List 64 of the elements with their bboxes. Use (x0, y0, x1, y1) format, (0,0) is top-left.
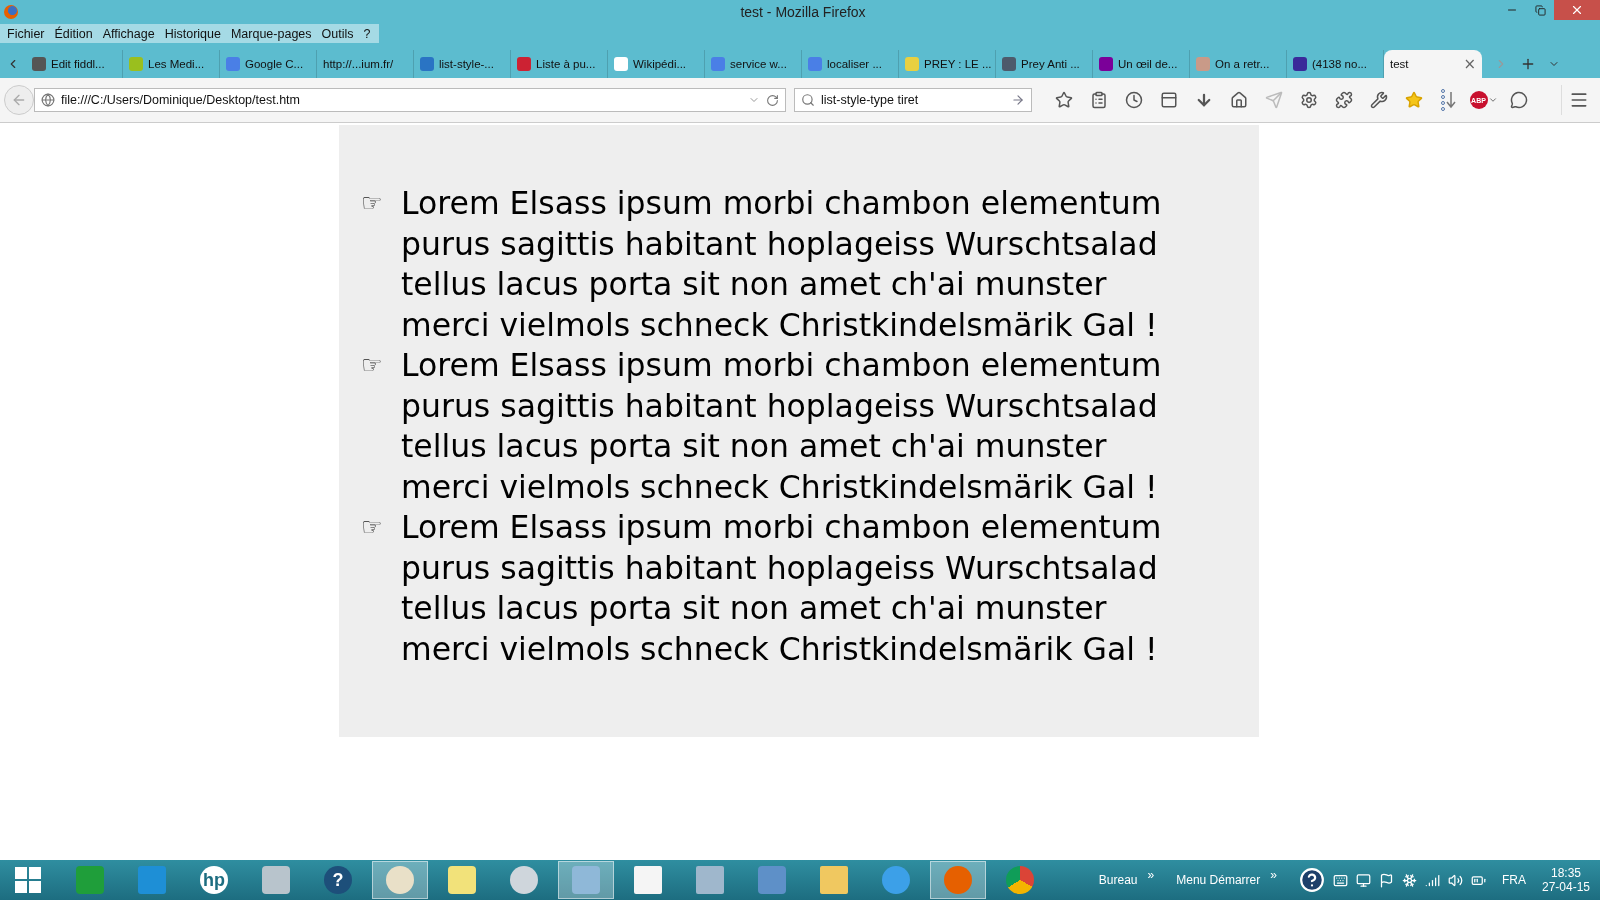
menu-icon (1569, 90, 1589, 110)
keyboard-icon[interactable] (1332, 872, 1348, 888)
clock-icon (1124, 91, 1143, 109)
settings-icon (1299, 91, 1318, 109)
plus-icon (1520, 56, 1536, 72)
reload-icon[interactable] (766, 93, 779, 107)
windows-logo-icon (15, 867, 41, 893)
search-text: list-style-type tiret (821, 93, 920, 107)
firefox-logo (4, 5, 18, 19)
puzzle-icon (1334, 91, 1353, 109)
taskbar-button[interactable] (930, 861, 986, 899)
menu-item[interactable]: Fichier (2, 26, 50, 41)
hp-logo: hp (200, 866, 228, 894)
chevron[interactable]: » (1147, 868, 1155, 882)
list-item-text: Lorem Elsass ipsum morbi chambon elementum purus sagittis habitant hoplageiss Wurschtsalad tellus lacus porta sit non amet ch'ai munster merci vielmols schneck Christkindelsmärik Gal ! (401, 184, 1163, 345)
clipboard-icon (1089, 91, 1108, 109)
flag-icon[interactable] (1378, 872, 1394, 888)
chat-icon (1509, 91, 1528, 109)
menu-item[interactable]: Marque-pages (225, 26, 317, 41)
home-icon (1229, 91, 1248, 109)
menu-item[interactable]: Affichage (97, 26, 160, 41)
wrench-icon (1369, 91, 1388, 109)
browser-tab[interactable]: test × (1384, 50, 1482, 78)
close-icon (1570, 3, 1584, 17)
taskbar-button[interactable]: ? (310, 861, 366, 899)
tab-close-button[interactable]: × (1463, 55, 1476, 73)
toolbar-label[interactable]: Bureau (1098, 873, 1138, 887)
globe-icon (41, 93, 55, 107)
help-icon[interactable] (1298, 867, 1325, 893)
search-field[interactable]: list-style-type tiret (794, 88, 1032, 112)
toolbar-label[interactable]: Menu Démarrer (1176, 873, 1261, 887)
menu-item[interactable]: Outils (316, 26, 359, 41)
volume-icon[interactable] (1447, 872, 1463, 888)
pointing-hand-bullet: ☞ (361, 188, 384, 219)
menu-item[interactable]: Historique (159, 26, 226, 41)
search-icon (801, 93, 815, 107)
help-icon: ? (324, 866, 352, 894)
signal-icon[interactable] (1424, 872, 1440, 888)
window-title: test - Mozilla Firefox (739, 4, 866, 20)
clock-time: 18:35 (1550, 866, 1581, 880)
window-panel-icon (1159, 91, 1178, 109)
taskbar-button[interactable] (372, 861, 428, 899)
language-indicator[interactable]: FRA (1501, 873, 1526, 887)
go-icon[interactable] (1011, 93, 1025, 107)
list-item-text: Lorem Elsass ipsum morbi chambon elementum purus sagittis habitant hoplageiss Wurschtsalad tellus lacus porta sit non amet ch'ai munster merci vielmols schneck Christkindelsmärik Gal ! (401, 346, 1163, 507)
computer-icon[interactable] (1355, 872, 1371, 888)
snowflake-icon[interactable] (1401, 872, 1417, 888)
list-item-text: Lorem Elsass ipsum morbi chambon elementum purus sagittis habitant hoplageiss Wurschtsalad tellus lacus porta sit non amet ch'ai munster merci vielmols schneck Christkindelsmärik Gal ! (401, 508, 1163, 669)
address-field[interactable]: file:///C:/Users/Dominique/Desktop/test.htm (34, 88, 786, 112)
chevron[interactable]: » (1270, 868, 1277, 882)
star-icon (1404, 91, 1423, 109)
menu-item[interactable]: ? (358, 26, 376, 41)
url-text: file:///C:/Users/Dominique/Desktop/test.htm (61, 93, 301, 107)
restore-icon (1534, 4, 1546, 16)
bookmark-star-icon (1054, 91, 1073, 109)
clock-date: 27-04-15 (1541, 880, 1590, 894)
chrome-icon (1006, 866, 1034, 894)
taskbar-button[interactable]: hp (186, 861, 242, 899)
caret-icon (1487, 95, 1498, 105)
paper-plane-icon (1264, 91, 1283, 109)
pointing-hand-bullet: ☞ (361, 512, 384, 543)
menu-item[interactable]: Édition (49, 26, 98, 41)
dotted-arrow-icon (1439, 88, 1458, 112)
pointing-hand-bullet: ☞ (361, 350, 384, 381)
